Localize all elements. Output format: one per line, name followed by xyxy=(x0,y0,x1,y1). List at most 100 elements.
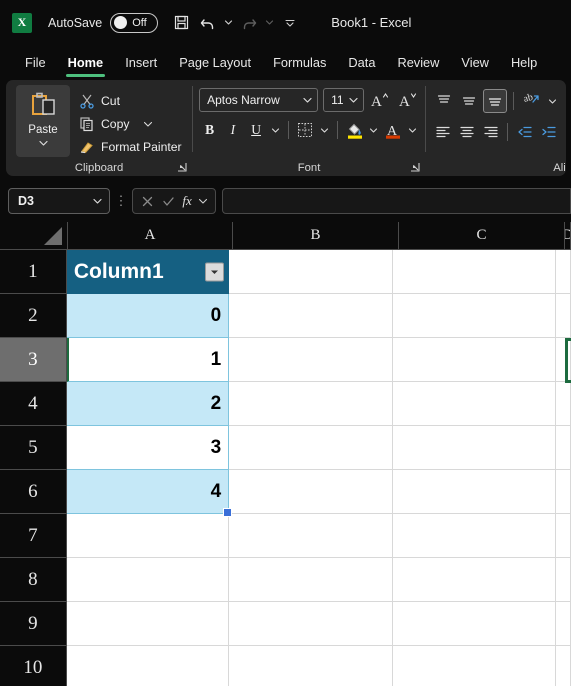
row-header-5[interactable]: 5 xyxy=(0,426,67,470)
customize-quick-access-toolbar-icon[interactable] xyxy=(277,10,303,36)
align-top-button[interactable] xyxy=(432,89,456,113)
tab-home[interactable]: Home xyxy=(57,47,115,79)
bold-button[interactable]: B xyxy=(199,118,220,142)
paste-button[interactable]: Paste xyxy=(16,85,70,157)
autosave-toggle[interactable]: Off xyxy=(110,12,159,33)
italic-button[interactable]: I xyxy=(222,118,243,142)
orientation-chevron-down-icon[interactable] xyxy=(545,89,560,113)
cell-a4[interactable]: 2 xyxy=(66,382,230,426)
cell-b2[interactable] xyxy=(229,294,393,338)
undo-dropdown-chevron-down-icon[interactable] xyxy=(222,10,235,36)
cell-c10[interactable] xyxy=(392,646,556,686)
cell-a10[interactable] xyxy=(66,646,230,686)
cell-d6[interactable] xyxy=(556,470,571,514)
underline-button[interactable]: U xyxy=(245,118,266,142)
cell-a7[interactable] xyxy=(66,514,230,558)
cell-a2[interactable]: 0 xyxy=(66,294,230,338)
spreadsheet-grid[interactable]: A B C D 1 Column1 2 0 3 1 4 2 xyxy=(0,222,571,686)
copy-button[interactable]: Copy xyxy=(76,113,185,135)
row-header-6[interactable]: 6 xyxy=(0,470,67,514)
cell-d3[interactable] xyxy=(556,338,571,382)
cut-button[interactable]: Cut xyxy=(76,90,185,112)
undo-icon[interactable] xyxy=(195,10,221,36)
tab-data[interactable]: Data xyxy=(337,47,386,79)
cell-d9[interactable] xyxy=(556,602,571,646)
name-box[interactable]: D3 xyxy=(8,188,110,214)
insert-function-icon[interactable]: fx xyxy=(182,193,191,209)
fill-color-chevron-down-icon[interactable] xyxy=(367,118,380,142)
clipboard-dialog-launcher-icon[interactable] xyxy=(176,161,188,173)
align-left-button[interactable] xyxy=(432,120,454,144)
cell-b9[interactable] xyxy=(229,602,393,646)
row-header-2[interactable]: 2 xyxy=(0,294,67,338)
orientation-button[interactable]: ab xyxy=(520,89,544,113)
decrease-indent-button[interactable] xyxy=(514,120,536,144)
font-name-combo[interactable]: Aptos Narrow xyxy=(199,88,319,112)
cell-a1[interactable]: Column1 xyxy=(66,250,230,294)
cell-a5[interactable]: 3 xyxy=(66,426,230,470)
column-header-d[interactable]: D xyxy=(565,222,571,250)
cell-a3[interactable]: 1 xyxy=(66,338,230,382)
cell-c1[interactable] xyxy=(392,250,556,294)
align-center-button[interactable] xyxy=(456,120,478,144)
cell-c9[interactable] xyxy=(392,602,556,646)
cell-b5[interactable] xyxy=(229,426,393,470)
cell-c8[interactable] xyxy=(392,558,556,602)
row-header-7[interactable]: 7 xyxy=(0,514,67,558)
formula-bar-drag-handle[interactable]: ⋮ xyxy=(110,193,132,209)
formula-chevron-down-icon[interactable] xyxy=(198,197,208,205)
fill-color-button[interactable] xyxy=(344,118,365,142)
enter-checkmark-icon[interactable] xyxy=(161,194,176,209)
cell-b6[interactable] xyxy=(229,470,393,514)
cell-c6[interactable] xyxy=(392,470,556,514)
font-dialog-launcher-icon[interactable] xyxy=(409,161,421,173)
cell-b7[interactable] xyxy=(229,514,393,558)
cell-c3[interactable] xyxy=(392,338,556,382)
align-right-button[interactable] xyxy=(480,120,502,144)
column-header-c[interactable]: C xyxy=(399,222,565,250)
align-middle-button[interactable] xyxy=(458,89,482,113)
cell-a6[interactable]: 4 xyxy=(66,470,233,517)
font-color-chevron-down-icon[interactable] xyxy=(406,118,419,142)
column-header-b[interactable]: B xyxy=(233,222,399,250)
cell-d8[interactable] xyxy=(556,558,571,602)
formula-input[interactable] xyxy=(222,188,571,214)
tab-formulas[interactable]: Formulas xyxy=(262,47,337,79)
row-header-9[interactable]: 9 xyxy=(0,602,67,646)
tab-file[interactable]: File xyxy=(14,47,57,79)
row-header-4[interactable]: 4 xyxy=(0,382,67,426)
filter-dropdown-icon[interactable] xyxy=(205,262,225,281)
row-header-1[interactable]: 1 xyxy=(0,250,67,294)
cell-d4[interactable] xyxy=(556,382,571,426)
font-size-combo[interactable]: 11 xyxy=(323,88,364,112)
borders-chevron-down-icon[interactable] xyxy=(318,118,331,142)
format-painter-button[interactable]: Format Painter xyxy=(76,136,185,158)
cell-b3[interactable] xyxy=(229,338,393,382)
cancel-icon[interactable] xyxy=(140,194,155,209)
row-header-3[interactable]: 3 xyxy=(0,338,67,382)
cell-d2[interactable] xyxy=(556,294,571,338)
align-bottom-button[interactable] xyxy=(483,89,507,113)
decrease-font-size-button[interactable]: A xyxy=(396,88,419,112)
cell-b8[interactable] xyxy=(229,558,393,602)
increase-indent-button[interactable] xyxy=(538,120,560,144)
borders-button[interactable] xyxy=(295,118,316,142)
cell-c7[interactable] xyxy=(392,514,556,558)
cell-c2[interactable] xyxy=(392,294,556,338)
cell-b10[interactable] xyxy=(229,646,393,686)
underline-chevron-down-icon[interactable] xyxy=(269,118,282,142)
cell-d7[interactable] xyxy=(556,514,571,558)
font-color-button[interactable]: A xyxy=(383,118,404,142)
tab-help[interactable]: Help xyxy=(500,47,548,79)
cell-c5[interactable] xyxy=(392,426,556,470)
save-icon[interactable] xyxy=(168,10,194,36)
select-all-button[interactable] xyxy=(0,222,68,250)
cell-b4[interactable] xyxy=(229,382,393,426)
cell-d5[interactable] xyxy=(556,426,571,470)
cell-d1[interactable] xyxy=(556,250,571,294)
cell-d10[interactable] xyxy=(556,646,571,686)
tab-review[interactable]: Review xyxy=(386,47,450,79)
row-header-10[interactable]: 10 xyxy=(0,646,67,686)
fill-handle[interactable] xyxy=(223,508,233,517)
cell-c4[interactable] xyxy=(392,382,556,426)
